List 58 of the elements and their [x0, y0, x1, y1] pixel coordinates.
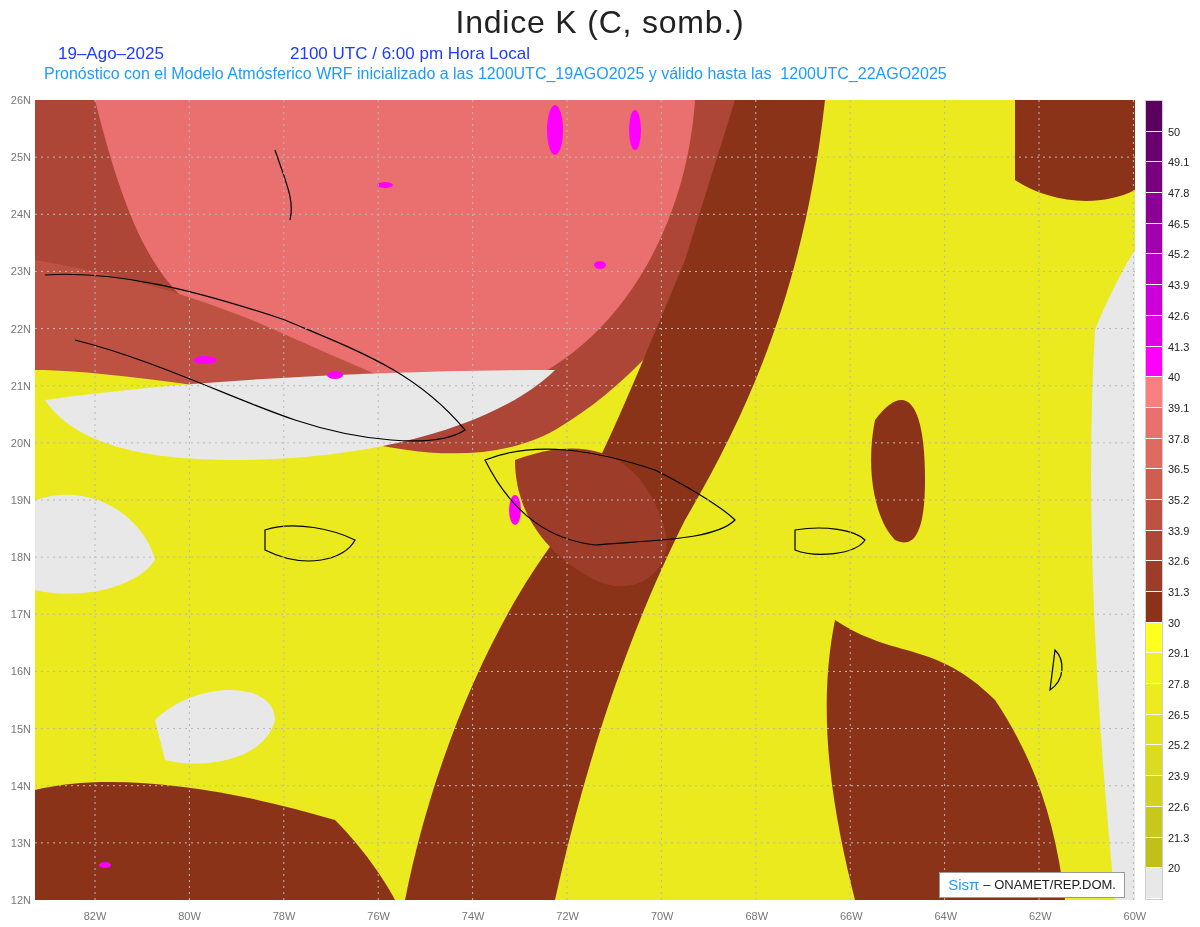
colorbar-label: 50: [1168, 125, 1181, 138]
longitude-label: 72W: [555, 910, 580, 922]
colorbar-label: 27.8: [1168, 678, 1190, 691]
colorbar-label: 42.6: [1168, 309, 1190, 322]
latitude-label: 15N: [10, 722, 31, 735]
latitude-label: 19N: [10, 494, 31, 506]
colorbar-label: 46.5: [1168, 217, 1190, 230]
latitude-label: 17N: [10, 608, 31, 621]
colorbar-label: 22.6: [1168, 800, 1190, 813]
longitude-label: 66W: [838, 910, 864, 922]
latitude-label: 26N: [10, 94, 31, 106]
colorbar-label: 39.1: [1168, 401, 1190, 414]
latitude-label: 14N: [10, 779, 31, 792]
map-title: Indice K (C, somb.): [455, 3, 745, 42]
time-label: 2100 UTC / 6:00 pm Hora Local: [290, 44, 530, 64]
latitude-label: 13N: [10, 836, 31, 849]
colorbar-label: 31.3: [1168, 586, 1190, 598]
colorbar-label: 41.3: [1168, 340, 1190, 353]
longitude-label: 80W: [177, 910, 202, 922]
colorbar-label: 49.1: [1168, 156, 1190, 169]
colorbar-label: 47.8: [1168, 187, 1190, 200]
longitude-label: 76W: [366, 910, 391, 922]
longitude-label: 68W: [744, 910, 770, 922]
longitude-label: 78W: [271, 910, 297, 922]
longitude-label: 62W: [1028, 910, 1053, 922]
latitude-label: 20N: [10, 436, 31, 449]
colorbar-label: 36.5: [1168, 463, 1190, 476]
colorbar-label: 29.1: [1168, 647, 1190, 660]
longitude-label: 70W: [649, 910, 675, 922]
date-label: 19–Ago–2025: [58, 44, 165, 64]
longitude-label: 74W: [460, 910, 486, 922]
longitude-label: 60W: [1122, 910, 1148, 922]
logo-text: Sisπ: [948, 874, 980, 895]
colorbar-label: 40: [1168, 371, 1181, 384]
longitude-label: 64W: [933, 910, 959, 922]
latitude-label: 25N: [10, 151, 31, 164]
forecast-subtitle: Pronóstico con el Modelo Atmósferico WRF inicializado a las 1200UTC_19AGO2025 y válido hasta las 1200UTC_22AGO2025: [44, 65, 947, 82]
colorbar-label: 35.2: [1168, 493, 1190, 506]
colorbar-label: 32.6: [1168, 555, 1190, 568]
latitude-label: 24N: [10, 208, 31, 221]
latitude-label: 16N: [10, 665, 31, 678]
latitude-label: 18N: [10, 551, 31, 564]
colorbar-label: 43.9: [1168, 279, 1190, 292]
colorbar-label: 37.8: [1168, 432, 1190, 445]
colorbar-label: 21.3: [1168, 831, 1190, 844]
latitude-label: 23N: [10, 265, 31, 278]
colorbar-label: 33.9: [1168, 524, 1190, 537]
colorbar-label: 25.2: [1168, 739, 1190, 752]
colorbar-label: 30: [1168, 616, 1181, 629]
colorbar-label: 23.9: [1168, 770, 1190, 783]
colorbar-label: 26.5: [1168, 708, 1190, 721]
longitude-label: 82W: [82, 910, 108, 922]
colorbar-label: 20: [1168, 862, 1181, 875]
credit-text: – ONAMET/REP.DOM.: [983, 876, 1116, 894]
latitude-label: 12N: [10, 893, 31, 906]
latitude-label: 22N: [10, 322, 31, 335]
latitude-label: 21N: [10, 379, 31, 392]
colorbar-label: 45.2: [1168, 248, 1190, 261]
